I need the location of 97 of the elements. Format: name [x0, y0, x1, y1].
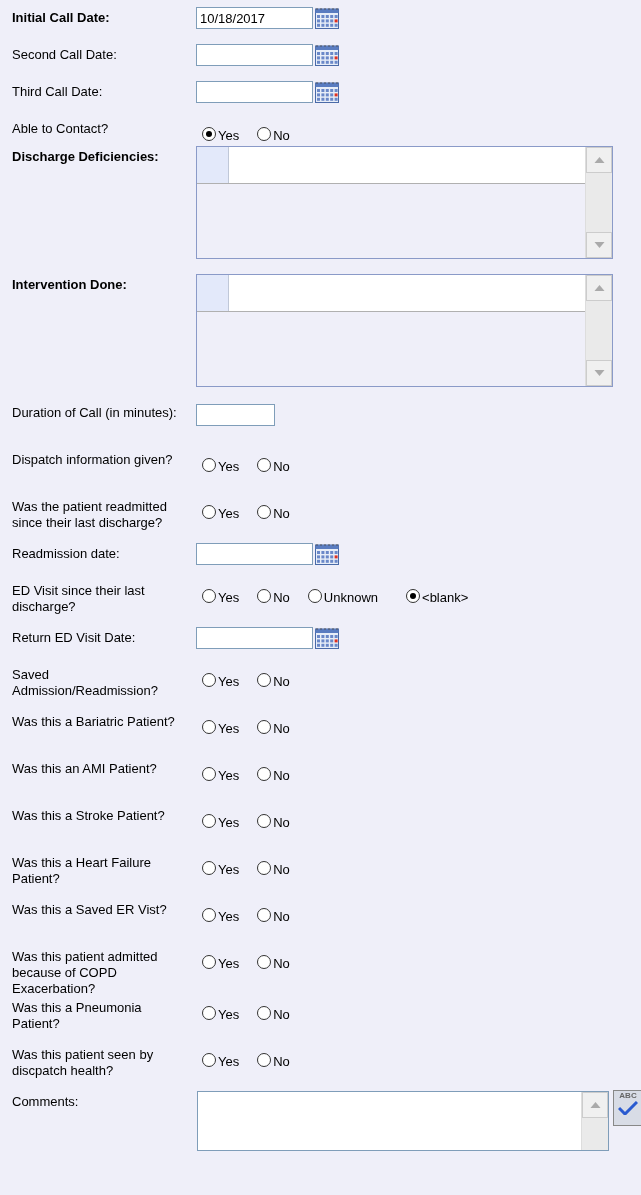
field-label: Third Call Date: — [12, 83, 104, 100]
option-label: Yes — [218, 505, 240, 522]
field-label: Was this a Pneumonia Patient? — [12, 999, 143, 1032]
calendar-icon[interactable] — [315, 627, 339, 649]
field-label: Able to Contact? — [12, 120, 110, 137]
field-label: Return ED Visit Date: — [12, 629, 137, 646]
radio-button[interactable] — [202, 1006, 216, 1020]
field-label: Was this an AMI Patient? — [12, 760, 158, 777]
field-label: Saved Admission/Readmission? — [12, 666, 159, 699]
field-label: Discharge Deficiencies: — [12, 148, 160, 165]
spellcheck-button[interactable]: ABC — [613, 1090, 641, 1126]
field-label: Was this patient admitted because of COPD Exacerbation? — [12, 948, 159, 997]
radio-button[interactable] — [257, 955, 272, 969]
calendar-icon[interactable] — [315, 7, 339, 29]
option-label: No — [273, 1006, 290, 1023]
option-label: No — [273, 814, 290, 831]
radio-button[interactable] — [202, 589, 216, 603]
radio-button[interactable] — [406, 589, 421, 603]
option-label: No — [273, 720, 290, 737]
list-grid[interactable] — [196, 146, 613, 259]
field-label: Was this a Bariatric Patient? — [12, 713, 176, 730]
field-label: ED Visit since their last discharge? — [12, 582, 146, 615]
radio-button[interactable] — [257, 814, 272, 828]
input-field[interactable] — [196, 404, 275, 426]
radio-button[interactable] — [257, 127, 272, 141]
option-label: No — [273, 955, 290, 972]
option-label: Yes — [218, 908, 240, 925]
radio-button[interactable] — [257, 673, 272, 687]
radio-button[interactable] — [202, 720, 216, 734]
date-field[interactable] — [196, 44, 313, 66]
field-label: Initial Call Date: — [12, 9, 111, 26]
option-label: Yes — [218, 1053, 240, 1070]
date-field[interactable] — [196, 627, 313, 649]
radio-button[interactable] — [202, 814, 216, 828]
option-label: No — [273, 589, 290, 606]
radio-button[interactable] — [202, 673, 216, 687]
radio-button[interactable] — [202, 908, 216, 922]
option-label: Yes — [218, 955, 240, 972]
option-label: <blank> — [422, 589, 469, 606]
date-field[interactable] — [196, 81, 313, 103]
field-label: Was the patient readmitted since their last discharge? — [12, 498, 168, 531]
option-label: Unknown — [323, 589, 379, 606]
radio-button[interactable] — [257, 1006, 272, 1020]
field-label: Duration of Call (in minutes): — [12, 404, 178, 421]
radio-button[interactable] — [202, 767, 216, 781]
field-label: Readmission date: — [12, 545, 121, 562]
check-icon — [618, 1101, 638, 1115]
option-label: No — [273, 505, 290, 522]
list-grid[interactable] — [196, 274, 613, 387]
calendar-icon[interactable] — [315, 81, 339, 103]
field-label: Intervention Done: — [12, 276, 128, 293]
option-label: No — [273, 673, 290, 690]
option-label: Yes — [218, 458, 240, 475]
field-label: Was this patient seen by discpatch health? — [12, 1046, 155, 1079]
row-selector-cell[interactable] — [197, 275, 229, 311]
radio-button[interactable] — [257, 908, 272, 922]
option-label: Yes — [218, 861, 240, 878]
option-label: Yes — [218, 127, 240, 144]
field-label: Was this a Stroke Patient? — [12, 807, 166, 824]
radio-button[interactable] — [257, 720, 272, 734]
radio-button[interactable] — [202, 127, 216, 141]
field-label: Was this a Heart Failure Patient? — [12, 854, 152, 887]
option-label: No — [273, 127, 290, 144]
scrollbar[interactable] — [581, 1092, 608, 1150]
option-label: No — [273, 767, 290, 784]
radio-button[interactable] — [257, 1053, 272, 1067]
date-field[interactable]: 10/18/2017 — [196, 7, 313, 29]
field-label: Second Call Date: — [12, 46, 118, 63]
radio-button[interactable] — [257, 767, 272, 781]
option-label: Yes — [218, 767, 240, 784]
field-label: Dispatch information given? — [12, 451, 174, 468]
field-label: Comments: — [12, 1093, 80, 1110]
radio-button[interactable] — [202, 505, 216, 519]
option-label: No — [273, 458, 290, 475]
option-label: Yes — [218, 673, 240, 690]
field-label: Was this a Saved ER Vist? — [12, 901, 168, 918]
option-label: No — [273, 861, 290, 878]
option-label: Yes — [218, 720, 240, 737]
option-label: No — [273, 908, 290, 925]
calendar-icon[interactable] — [315, 543, 339, 565]
radio-button[interactable] — [202, 861, 216, 875]
comments-field[interactable] — [197, 1091, 609, 1151]
radio-button[interactable] — [257, 589, 272, 603]
option-label: Yes — [218, 814, 240, 831]
radio-button[interactable] — [202, 458, 216, 472]
option-label: Yes — [218, 589, 240, 606]
date-field[interactable] — [196, 543, 313, 565]
calendar-icon[interactable] — [315, 44, 339, 66]
option-label: Yes — [218, 1006, 240, 1023]
option-label: No — [273, 1053, 290, 1070]
radio-button[interactable] — [257, 505, 272, 519]
radio-button[interactable] — [257, 458, 272, 472]
radio-button[interactable] — [202, 955, 216, 969]
radio-button[interactable] — [257, 861, 272, 875]
row-selector-cell[interactable] — [197, 147, 229, 183]
radio-button[interactable] — [202, 1053, 216, 1067]
radio-button[interactable] — [307, 589, 322, 603]
